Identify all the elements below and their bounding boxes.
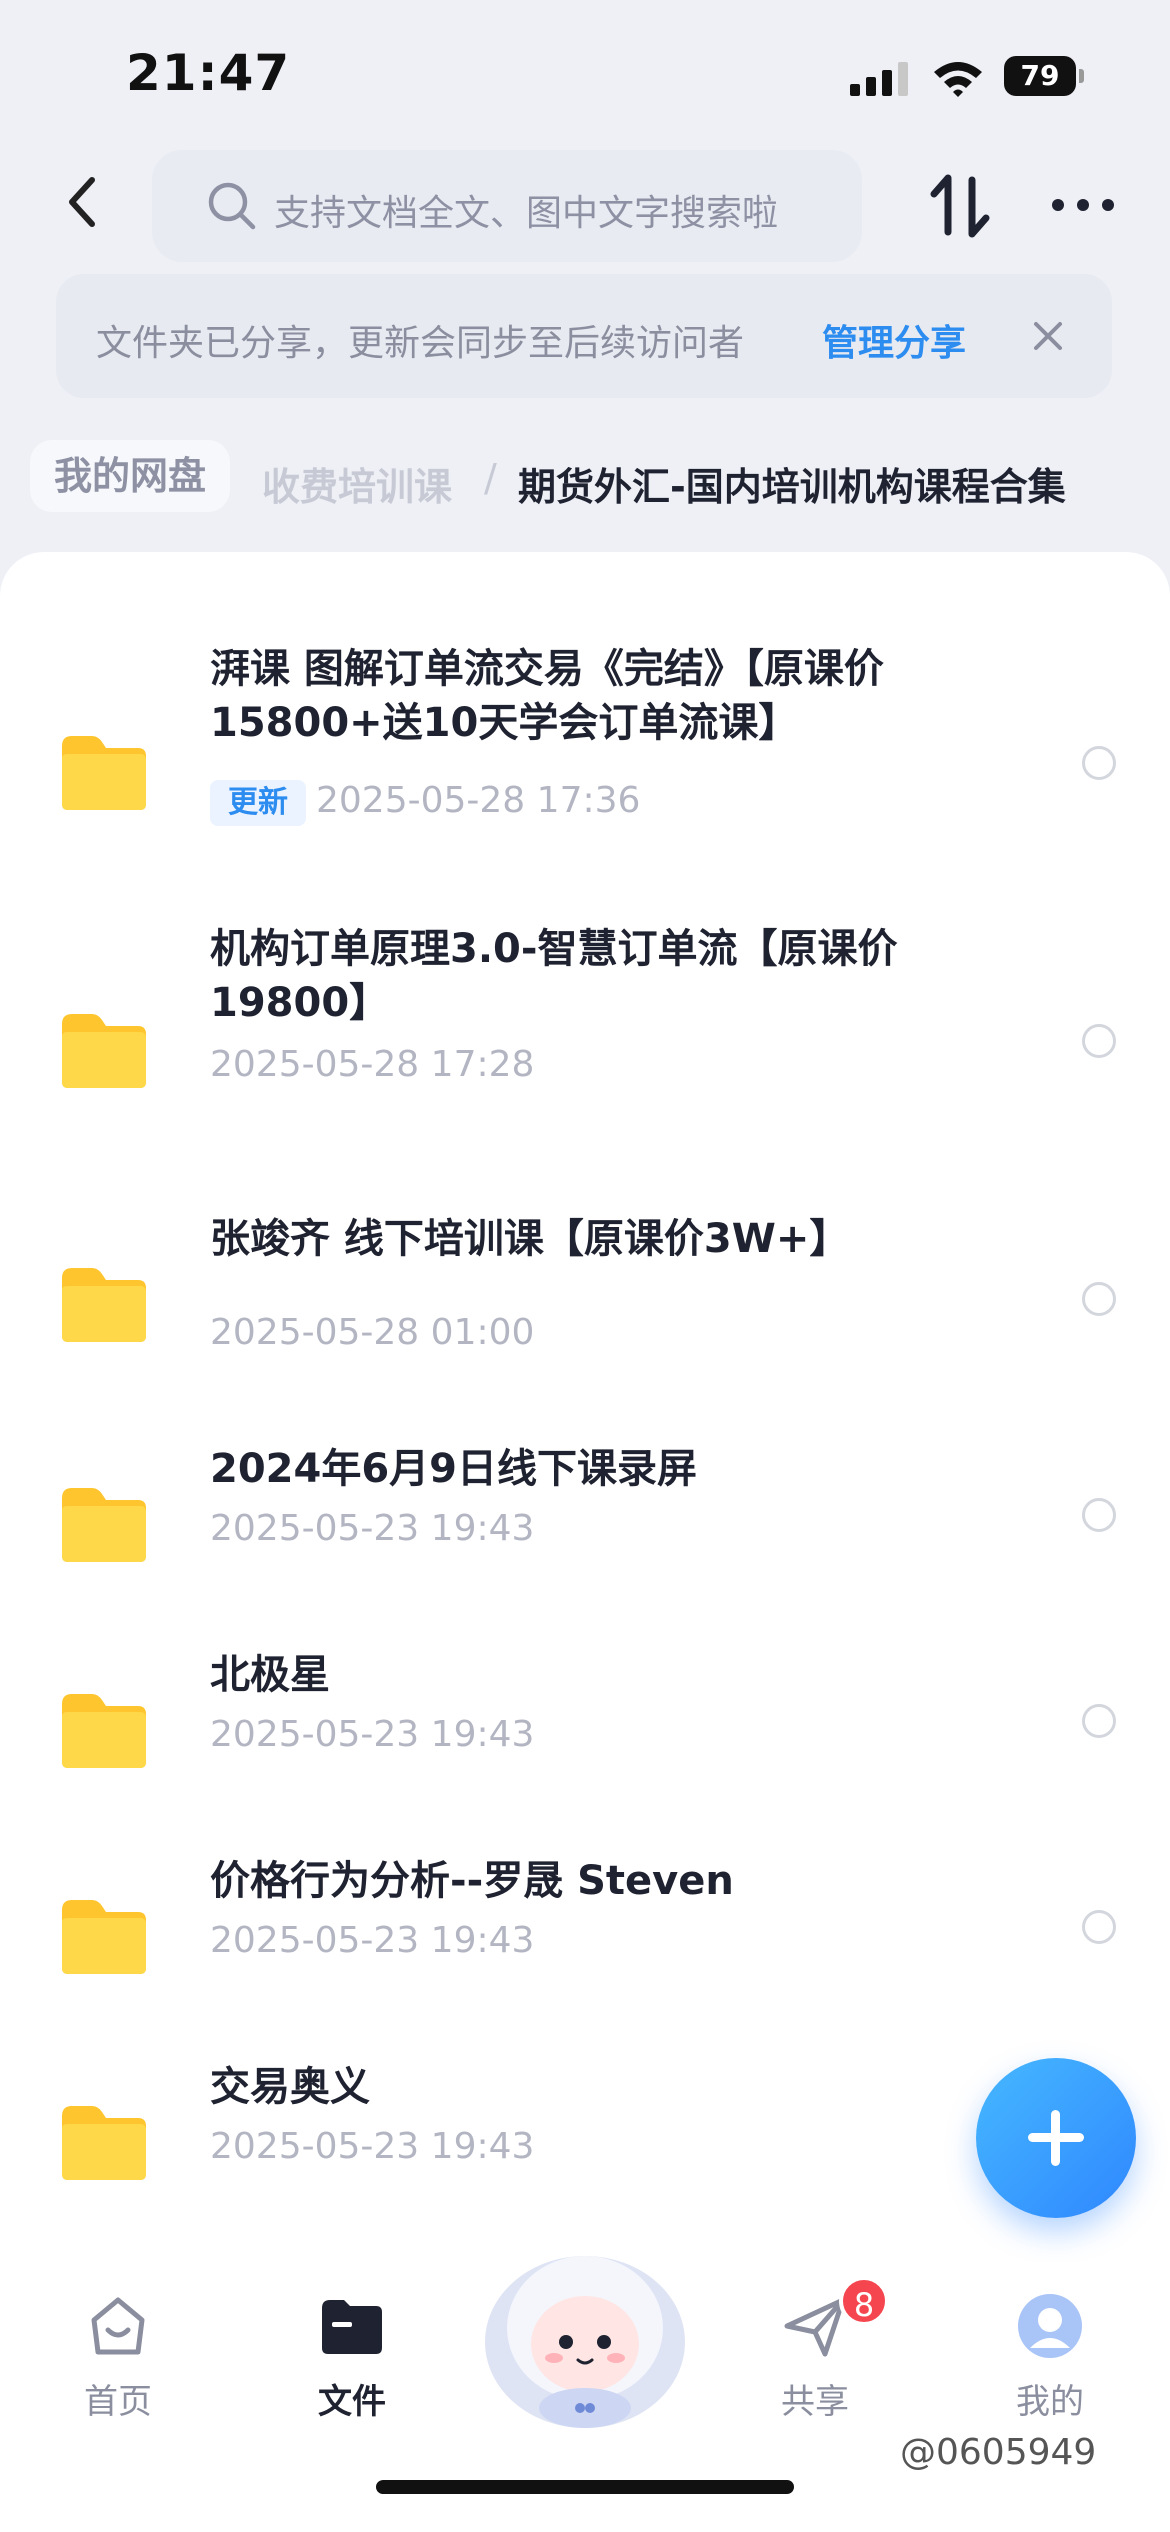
- breadcrumb-home[interactable]: 我的网盘: [30, 440, 231, 512]
- close-icon[interactable]: [1030, 318, 1066, 354]
- file-title: 张竣齐 线下培训课【原课价3W+】: [210, 1216, 850, 1262]
- folder-icon: [62, 2106, 146, 2180]
- tab-files-label: 文件: [318, 2382, 386, 2422]
- select-radio[interactable]: [1082, 1910, 1116, 1944]
- file-title: 机构订单原理3.0-智慧订单流【原课价19800】: [210, 926, 898, 1026]
- file-title: 2024年6月9日线下课录屏: [210, 1446, 697, 1492]
- folder-icon: [62, 1900, 146, 1974]
- folder-icon: [62, 1488, 146, 1562]
- home-icon: [91, 2297, 145, 2355]
- folder-tab-icon: [322, 2300, 382, 2354]
- share-notice-text: 文件夹已分享，更新会同步至后续访问者: [96, 323, 745, 364]
- breadcrumb: 我的网盘 收费培训课 / 期货外汇-国内培训机构课程合集: [0, 432, 1170, 522]
- tab-me-label: 我的: [1016, 2382, 1084, 2422]
- watermark: @0605949: [900, 2432, 1097, 2473]
- file-title: 价格行为分析--罗晟 Steven: [210, 1858, 734, 1904]
- file-row[interactable]: 张竣齐 线下培训课【原课价3W+】 2025-05-28 01:00: [0, 1212, 1170, 1372]
- select-radio[interactable]: [1082, 1498, 1116, 1532]
- search-placeholder: 支持文档全文、图中文字搜索啦: [274, 193, 779, 234]
- sort-icon[interactable]: [928, 172, 992, 240]
- select-radio[interactable]: [1082, 1024, 1116, 1058]
- folder-icon: [62, 1014, 146, 1088]
- tab-share[interactable]: 8 共享: [735, 2276, 895, 2432]
- battery-level: 79: [1004, 56, 1076, 96]
- tab-home[interactable]: 首页: [38, 2292, 198, 2432]
- file-date: 2025-05-23 19:43: [210, 1508, 535, 1549]
- folder-icon: [62, 1694, 146, 1768]
- add-button[interactable]: [976, 2058, 1136, 2218]
- update-badge: 更新: [210, 780, 306, 826]
- plus-icon-vertical: [1051, 2110, 1060, 2166]
- battery-icon: 79: [1004, 56, 1084, 96]
- avatar-icon: [1018, 2294, 1082, 2358]
- tab-me[interactable]: 我的: [970, 2292, 1130, 2432]
- file-date: 2025-05-28 17:28: [210, 1044, 535, 1085]
- page: 21:47 79 支持文档全文、图中文字搜索啦 文件夹已分享，更新会同步至后续访…: [0, 0, 1170, 2532]
- file-row[interactable]: 价格行为分析--罗晟 Steven 2025-05-23 19:43: [0, 1854, 1170, 2004]
- tab-files[interactable]: 文件: [272, 2292, 432, 2432]
- share-notice: 文件夹已分享，更新会同步至后续访问者 管理分享: [56, 274, 1112, 398]
- home-indicator[interactable]: [376, 2480, 794, 2494]
- file-date: 2025-05-23 19:43: [210, 2126, 535, 2167]
- assistant-mascot-icon[interactable]: [480, 2232, 690, 2432]
- file-date: 2025-05-28 01:00: [210, 1312, 535, 1353]
- search-input[interactable]: 支持文档全文、图中文字搜索啦: [152, 150, 862, 262]
- file-row[interactable]: 湃课 图解订单流交易《完结》【原课价15800+送10天学会订单流课】 更新 2…: [0, 642, 1170, 862]
- tab-bar: 首页 文件 8 共享 我的 @0605949: [0, 2256, 1170, 2532]
- more-icon[interactable]: [1050, 190, 1116, 220]
- status-time: 21:47: [126, 44, 291, 102]
- signal-icon: [850, 62, 908, 96]
- file-row[interactable]: 北极星 2025-05-23 19:43: [0, 1648, 1170, 1798]
- wifi-icon: [934, 62, 982, 97]
- select-radio[interactable]: [1082, 1704, 1116, 1738]
- search-icon: [208, 182, 256, 230]
- share-badge: 8: [839, 2276, 889, 2326]
- back-icon[interactable]: [58, 172, 114, 232]
- file-row[interactable]: 机构订单原理3.0-智慧订单流【原课价19800】 2025-05-28 17:…: [0, 922, 1170, 1122]
- tab-share-label: 共享: [781, 2382, 849, 2422]
- breadcrumb-current: 期货外汇-国内培训机构课程合集: [518, 465, 1066, 509]
- folder-icon: [62, 736, 146, 810]
- tab-home-label: 首页: [84, 2382, 152, 2422]
- file-row[interactable]: 2024年6月9日线下课录屏 2025-05-23 19:43: [0, 1442, 1170, 1592]
- breadcrumb-separator: /: [484, 456, 497, 500]
- file-title: 交易奥义: [210, 2064, 370, 2110]
- folder-icon: [62, 1268, 146, 1342]
- file-date: 2025-05-23 19:43: [210, 1714, 535, 1755]
- file-title: 湃课 图解订单流交易《完结》【原课价15800+送10天学会订单流课】: [210, 646, 884, 746]
- breadcrumb-parent[interactable]: 收费培训课: [262, 456, 452, 511]
- file-date: 2025-05-23 19:43: [210, 1920, 535, 1961]
- battery-cap: [1079, 69, 1084, 83]
- manage-share-link[interactable]: 管理分享: [822, 314, 966, 366]
- select-radio[interactable]: [1082, 746, 1116, 780]
- select-radio[interactable]: [1082, 1282, 1116, 1316]
- file-date: 2025-05-28 17:36: [316, 780, 641, 821]
- file-title: 北极星: [210, 1652, 330, 1698]
